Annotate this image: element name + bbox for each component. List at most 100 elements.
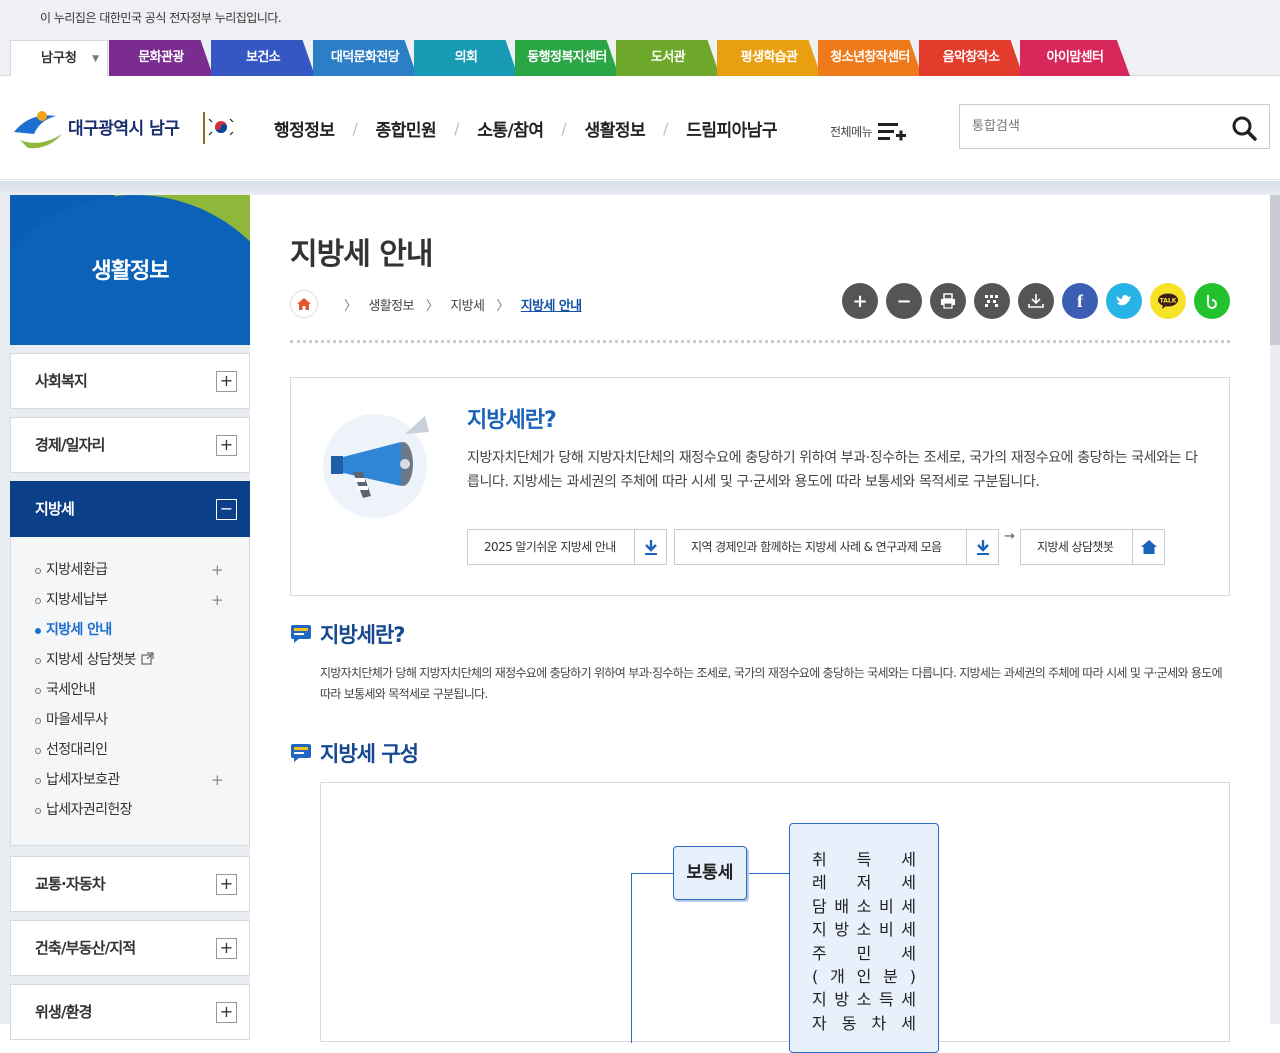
sidebar-item-traffic[interactable]: 교통·자동차 +: [10, 856, 250, 912]
section-text: 지방자치단체가 당해 지방자치단체의 재정수요에 충당하기 위하여 부과·징수하…: [320, 666, 1223, 701]
submenu-item-refund[interactable]: 지방세환급 +: [11, 555, 249, 585]
tax-item-char: 지: [812, 990, 827, 1010]
expand-icon[interactable]: +: [216, 874, 237, 895]
home-icon[interactable]: [290, 290, 318, 318]
zoom-out-icon[interactable]: −: [886, 283, 922, 319]
tax-item-char: 방: [834, 990, 850, 1010]
kakaotalk-icon[interactable]: TALK: [1150, 283, 1186, 319]
search-input[interactable]: [960, 105, 1210, 148]
ordinary-tax-node: 보통세: [673, 846, 747, 900]
submenu-item-charter[interactable]: 납세자권리헌장: [11, 795, 249, 825]
chatbot-label: 지방세 상담챗봇: [1037, 540, 1114, 554]
section-heading-text: 지방세 구성: [320, 742, 419, 766]
download-case-button[interactable]: 지역 경제인과 함께하는 지방세 사례 & 연구과제 모음: [674, 529, 999, 565]
site-tab-youth[interactable]: 청소년창작센터: [818, 40, 922, 76]
submenu-item-village-accountant[interactable]: 마을세무사: [11, 705, 249, 735]
tax-item-char: 레: [812, 873, 827, 893]
site-tab-music[interactable]: 음악창작소: [919, 40, 1023, 76]
sidebar-item-label: 건축/부동산/지적: [35, 939, 136, 957]
expand-icon[interactable]: +: [216, 938, 237, 959]
plus-icon[interactable]: +: [211, 555, 224, 585]
tax-item-char: 담: [812, 896, 827, 916]
intro-heading: 지방세란?: [467, 408, 557, 433]
site-tabs: 남구청 ▼ 문화관광 보건소 대덕문화전당 의회 동행정복지센터 도서관 평생학습…: [0, 36, 1280, 76]
site-tab-community[interactable]: 동행정복지센터: [515, 40, 619, 76]
expand-icon[interactable]: +: [216, 435, 237, 456]
speech-bubble-icon: [291, 625, 311, 643]
site-tab-learning[interactable]: 평생학습관: [717, 40, 821, 76]
gnb-item-life[interactable]: 생활정보: [585, 116, 646, 141]
qr-icon[interactable]: [974, 283, 1010, 319]
facebook-icon[interactable]: f: [1062, 283, 1098, 319]
plus-icon[interactable]: +: [211, 765, 224, 795]
zoom-in-icon[interactable]: +: [842, 283, 878, 319]
print-icon[interactable]: [930, 283, 966, 319]
all-menu-button[interactable]: 전체메뉴: [830, 120, 908, 142]
breadcrumb-item[interactable]: 지방세: [450, 295, 485, 314]
submenu-label: 마을세무사: [46, 712, 108, 728]
sidebar-item-hygiene[interactable]: 위생/환경 +: [10, 984, 250, 1040]
gnb-separator: /: [454, 119, 460, 138]
tax-item-char: 주: [812, 943, 827, 963]
submenu-item-protector[interactable]: 납세자보호관 +: [11, 765, 249, 795]
site-tab-label: 남구청: [41, 51, 77, 66]
sidebar-item-label: 교통·자동차: [35, 875, 106, 893]
gnb-separator: /: [352, 119, 358, 138]
section-heading: 지방세란?: [290, 619, 405, 649]
sidebar-item-economy[interactable]: 경제/일자리 +: [10, 417, 250, 473]
sidebar-item-welfare[interactable]: 사회복지 +: [10, 353, 250, 409]
site-tab-culture[interactable]: 문화관광: [109, 40, 213, 76]
site-tab-namgu[interactable]: 남구청 ▼: [10, 40, 108, 76]
submenu-item-payment[interactable]: 지방세납부 +: [11, 585, 249, 615]
tax-item-char: 세: [901, 896, 916, 916]
sidebar-item-label: 경제/일자리: [35, 436, 105, 454]
submenu-item-chatbot[interactable]: 지방세 상담챗봇: [11, 645, 249, 675]
site-tab-health[interactable]: 보건소: [211, 40, 315, 76]
tax-item-char: 소: [856, 920, 872, 940]
tax-item: 지방소득세: [812, 988, 916, 1011]
gnb-item-admin[interactable]: 행정정보: [274, 116, 335, 141]
tax-item: 담배소비세: [812, 895, 916, 918]
tax-item: (개 인 분): [812, 965, 916, 988]
sidebar-title: 생활정보: [91, 259, 170, 284]
band-icon[interactable]: [1194, 283, 1230, 319]
site-tab-library[interactable]: 도서관: [616, 40, 720, 76]
expand-icon[interactable]: +: [216, 1002, 237, 1023]
twitter-icon[interactable]: [1106, 283, 1142, 319]
chevron-right-icon: 〉: [344, 298, 357, 314]
tax-item-char: 세: [901, 943, 916, 963]
gnb-item-dreampia[interactable]: 드림피아남구: [686, 116, 777, 141]
intro-box: 지방세란? 지방자치단체가 당해 지방자치단체의 재정수요에 충당하기 위하여 …: [290, 377, 1230, 596]
logo[interactable]: 대구광역시 남구: [10, 104, 238, 152]
breadcrumb-current[interactable]: 지방세 안내: [521, 295, 582, 314]
submenu-item-guide[interactable]: 지방세 안내: [11, 615, 249, 645]
gnb-item-participation[interactable]: 소통/참여: [477, 116, 544, 141]
collapse-icon[interactable]: −: [216, 499, 237, 520]
chatbot-button[interactable]: 지방세 상담챗봇: [1020, 529, 1165, 565]
svg-text:TALK: TALK: [1160, 298, 1177, 305]
submenu-label: 선정대리인: [46, 742, 108, 758]
site-tab-imom[interactable]: 아이맘센터: [1020, 40, 1130, 76]
sidebar-item-localtax[interactable]: 지방세 −: [10, 481, 250, 537]
plus-icon[interactable]: +: [211, 585, 224, 615]
gnb-item-civil[interactable]: 종합민원: [376, 116, 437, 141]
sidebar-item-building[interactable]: 건축/부동산/지적 +: [10, 920, 250, 976]
sidebar-submenu: 지방세환급 + 지방세납부 + 지방세 안내 지방세 상담챗봇 국세안내 마을세무사…: [10, 537, 250, 846]
site-tab-council[interactable]: 의회: [414, 40, 518, 76]
menu-plus-icon: [878, 123, 907, 141]
download-guide-button[interactable]: 2025 알기쉬운 지방세 안내: [467, 529, 667, 565]
breadcrumb-item[interactable]: 생활정보: [368, 295, 414, 314]
submenu-item-agent[interactable]: 선정대리인: [11, 735, 249, 765]
sidebar-header: 생활정보: [10, 195, 250, 345]
download-icon[interactable]: [1018, 283, 1054, 319]
arrow-right-icon: →: [1004, 529, 1015, 544]
tax-item-char: 분: [883, 967, 898, 987]
search-icon[interactable]: [1231, 115, 1257, 141]
submenu-label: 납세자권리헌장: [46, 802, 133, 818]
site-tab-daedeok[interactable]: 대덕문화전당: [313, 40, 417, 76]
tax-item: 레저세: [812, 871, 916, 894]
scrollbar[interactable]: [1270, 195, 1280, 345]
submenu-item-national-tax[interactable]: 국세안내: [11, 675, 249, 705]
expand-icon[interactable]: +: [216, 371, 237, 392]
left-sidebar: 생활정보 사회복지 + 경제/일자리 + 지방세 − 지방세환급 + 지방세납부 +…: [10, 195, 250, 1040]
